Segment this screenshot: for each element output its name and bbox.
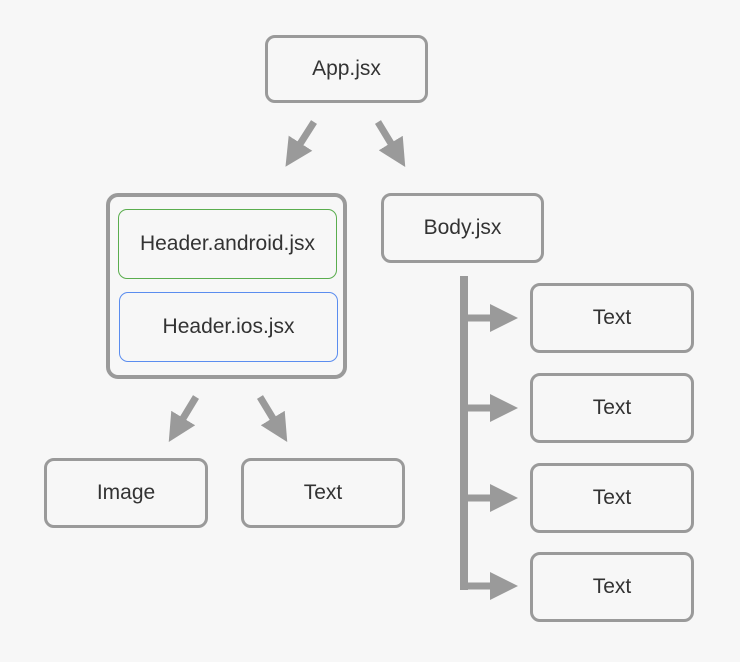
header-ios-label: Header.ios.jsx — [162, 315, 295, 338]
app-node-label: App.jsx — [312, 57, 381, 80]
arrow-header-to-text — [257, 395, 288, 442]
body-text-node-label: Text — [592, 396, 632, 419]
header-group: Header.android.jsx Header.ios.jsx — [106, 193, 347, 379]
body-text-node-label: Text — [592, 486, 632, 509]
body-text-node-label: Text — [592, 575, 632, 598]
body-text-node-label: Text — [592, 306, 632, 329]
image-node: Image — [44, 458, 208, 528]
body-text-node-1: Text — [530, 283, 694, 353]
body-text-node-2: Text — [530, 373, 694, 443]
image-node-label: Image — [96, 481, 156, 504]
header-text-node: Text — [241, 458, 405, 528]
arrow-header-to-image — [168, 395, 199, 442]
body-node-label: Body.jsx — [423, 216, 502, 239]
body-text-node-3: Text — [530, 463, 694, 533]
arrow-app-to-body — [375, 120, 406, 167]
body-node: Body.jsx — [381, 193, 544, 263]
header-android-label: Header.android.jsx — [139, 232, 316, 255]
header-ios-node: Header.ios.jsx — [119, 292, 338, 362]
body-text-node-4: Text — [530, 552, 694, 622]
app-node: App.jsx — [265, 35, 428, 103]
header-android-node: Header.android.jsx — [118, 209, 337, 279]
arrow-app-to-header — [285, 120, 317, 167]
header-text-node-label: Text — [303, 481, 343, 504]
